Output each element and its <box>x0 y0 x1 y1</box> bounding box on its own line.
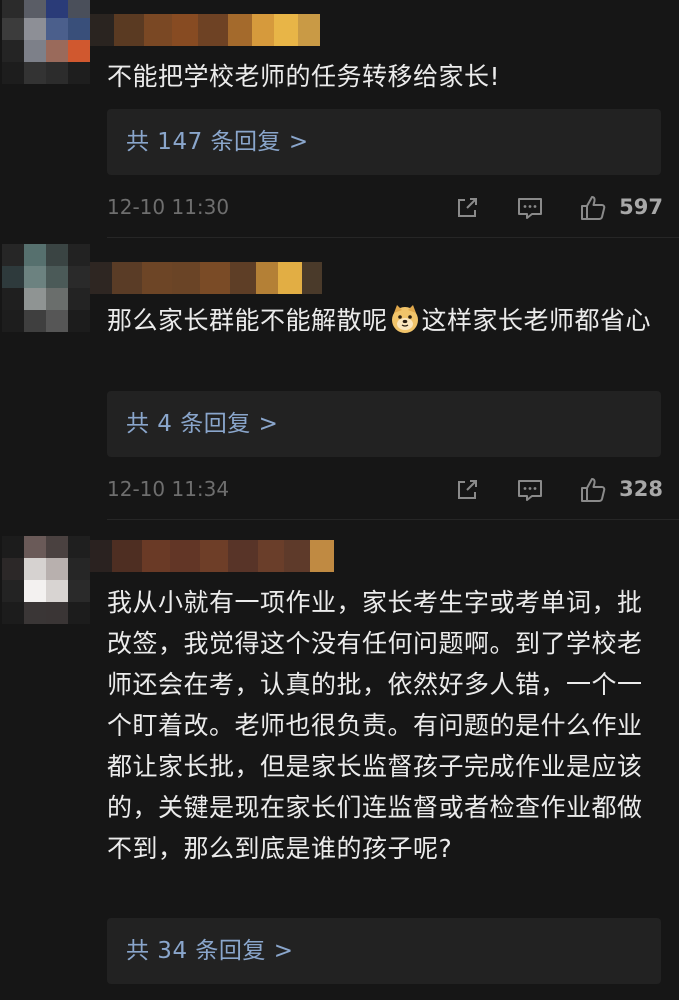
replies-count-link[interactable]: 共 4 条回复 > <box>126 391 278 457</box>
comment-text: 不能把学校老师的任务转移给家长! <box>107 62 501 91</box>
comment-meta: 12-10 11:30 597 <box>107 192 663 222</box>
doge-emoji-icon <box>391 305 418 333</box>
comment-text-part: 这样家长老师都省心 <box>421 306 652 335</box>
comment-text: 那么家长群能不能解散呢 这样家长老师都省心 <box>107 300 667 341</box>
comment-time: 12-10 11:34 <box>107 477 230 501</box>
username[interactable] <box>90 14 320 46</box>
replies-button[interactable]: 共 147 条回复 > <box>107 109 661 175</box>
like-count: 597 <box>619 195 663 219</box>
replies-button[interactable]: 共 34 条回复 > <box>107 918 661 984</box>
comment-icon[interactable] <box>516 194 544 222</box>
replies-count-link[interactable]: 共 147 条回复 > <box>126 109 309 175</box>
comment-meta: 12-10 11:34 328 <box>107 474 663 504</box>
comment-text-part: 那么家长群能不能解散呢 <box>107 306 388 335</box>
share-icon[interactable] <box>453 194 481 222</box>
avatar[interactable] <box>2 536 90 624</box>
comment-icon[interactable] <box>516 476 544 504</box>
avatar[interactable] <box>2 0 90 84</box>
like-icon[interactable] <box>579 194 607 222</box>
replies-button[interactable]: 共 4 条回复 > <box>107 391 661 457</box>
comment-item: 那么家长群能不能解散呢 这样家长老师都省心 共 4 条回复 > 12-10 11… <box>0 238 679 518</box>
comment-time: 12-10 11:30 <box>107 195 230 219</box>
share-icon[interactable] <box>453 476 481 504</box>
username[interactable] <box>90 540 334 572</box>
like-icon[interactable] <box>579 476 607 504</box>
comment-item: 不能把学校老师的任务转移给家长! 共 147 条回复 > 12-10 11:30… <box>0 0 679 236</box>
username[interactable] <box>90 262 322 294</box>
avatar[interactable] <box>2 244 90 332</box>
comment-item: 我从小就有一项作业，家长考生字或考单词，批改签，我觉得这个没有任何问题啊。到了学… <box>0 520 679 1000</box>
comment-text: 我从小就有一项作业，家长考生字或考单词，批改签，我觉得这个没有任何问题啊。到了学… <box>107 588 643 863</box>
like-count: 328 <box>619 477 663 501</box>
replies-count-link[interactable]: 共 34 条回复 > <box>126 918 293 984</box>
